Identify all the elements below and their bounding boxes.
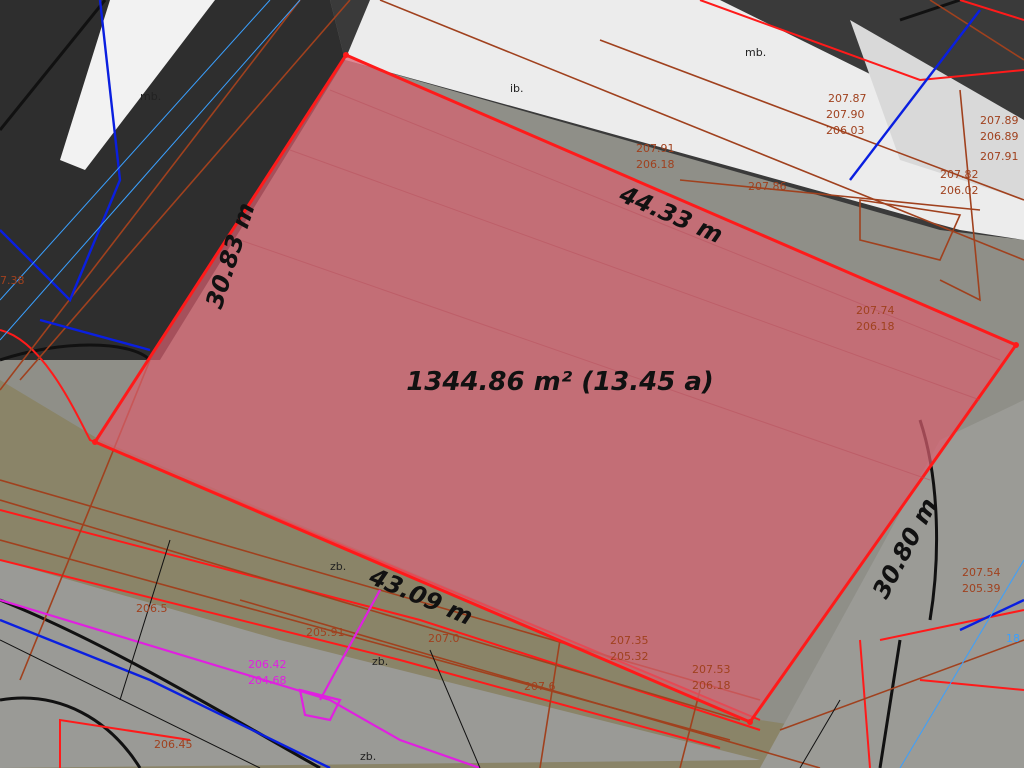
elevation-label: 7.38 — [0, 274, 25, 287]
elevation-label: 206.5 — [136, 602, 168, 615]
elevation-label: 207.91 — [980, 150, 1019, 163]
elevation-label: 207.87 — [828, 92, 867, 105]
elevation-label: 18 — [1006, 632, 1020, 645]
elevation-label: 207.74 — [856, 304, 895, 317]
elevation-label: 206.02 — [940, 184, 979, 197]
elevation-label: 206.45 — [154, 738, 193, 751]
map-viewport[interactable]: ib. mb. mb. zb. zb. zb. 207.87 207.90 20… — [0, 0, 1024, 768]
elevation-label: 206.03 — [826, 124, 865, 137]
elevation-label: 206.89 — [980, 130, 1019, 143]
vertex-handle[interactable] — [343, 52, 349, 58]
elevation-label: 207.54 — [962, 566, 1001, 579]
elevation-label: 207.6 — [524, 680, 556, 693]
elevation-label: 207.82 — [940, 168, 979, 181]
elevation-label: 207.86 — [748, 180, 787, 193]
elevation-label: 204.68 — [248, 674, 287, 687]
area-label: 1344.86 m² (13.45 a) — [406, 367, 714, 397]
map-canvas: ib. mb. mb. zb. zb. zb. 207.87 207.90 20… — [0, 0, 1024, 768]
elevation-label: 207.35 — [610, 634, 649, 647]
vertex-handle[interactable] — [92, 439, 98, 445]
building-label: zb. — [360, 750, 376, 763]
elevation-label: 206.18 — [856, 320, 895, 333]
elevation-label: 207.91 — [636, 142, 675, 155]
elevation-label: 207.0 — [428, 632, 460, 645]
elevation-label: 207.53 — [692, 663, 731, 676]
building-label: zb. — [330, 560, 346, 573]
building-label: zb. — [372, 655, 388, 668]
elevation-label: 206.18 — [636, 158, 675, 171]
building-label: ib. — [510, 82, 524, 95]
elevation-label: 207.89 — [980, 114, 1019, 127]
elevation-label: 205.91 — [306, 626, 345, 639]
vertex-handle[interactable] — [1013, 342, 1019, 348]
elevation-label: 206.18 — [692, 679, 731, 692]
building-label: mb. — [745, 46, 766, 59]
elevation-label: 207.90 — [826, 108, 865, 121]
elevation-label: 205.32 — [610, 650, 649, 663]
vertex-handle[interactable] — [747, 719, 753, 725]
building-label: mb. — [140, 90, 161, 103]
elevation-label: 206.42 — [248, 658, 287, 671]
elevation-label: 205.39 — [962, 582, 1001, 595]
